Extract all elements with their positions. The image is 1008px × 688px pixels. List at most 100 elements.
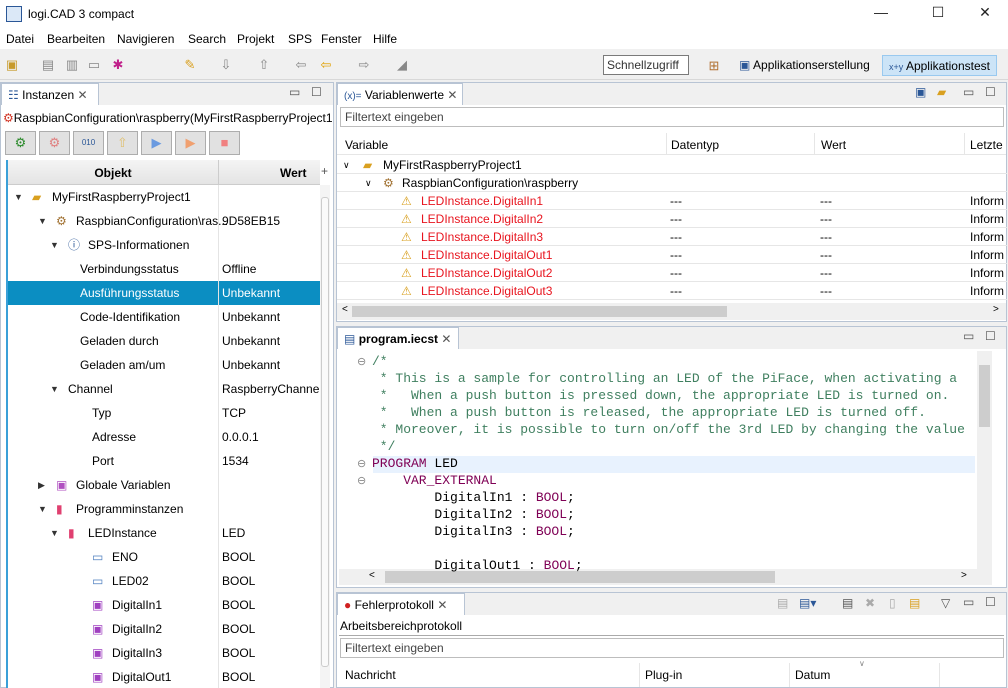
delete-log-icon[interactable]: ✖: [865, 596, 875, 610]
tree-row[interactable]: ▭ LED02 BOOL: [8, 569, 320, 593]
variables-filter-input[interactable]: Filtertext eingeben: [340, 107, 1004, 127]
tree-row[interactable]: Geladen durch Unbekannt: [8, 329, 320, 353]
build-icon[interactable]: ✎: [182, 57, 198, 73]
tree-row[interactable]: ▼ ⓘ SPS-Informationen: [8, 233, 320, 257]
tree-row[interactable]: Code-Identifikation Unbekannt: [8, 305, 320, 329]
column-nachricht[interactable]: Nachricht: [345, 668, 396, 682]
tree-row-project[interactable]: ∨ ▰ MyFirstRaspberryProject1: [337, 156, 1007, 174]
perspective-applikationserstellung[interactable]: ▣ Applikationserstellung: [733, 55, 876, 76]
variable-row[interactable]: ⚠ LEDInstance.DigitalOut3 --- --- Inform: [337, 282, 1007, 300]
close-tab-icon[interactable]: ✕: [78, 88, 88, 102]
tree-scrollbar[interactable]: [320, 185, 330, 688]
maximize-button[interactable]: ☐: [923, 4, 953, 24]
menu-sps[interactable]: SPS: [288, 32, 312, 46]
save-icon[interactable]: ▤: [40, 57, 56, 73]
restore-log-icon[interactable]: ▤: [909, 596, 920, 610]
fold-icon[interactable]: ⊖: [357, 474, 366, 487]
load-button[interactable]: 010: [73, 131, 104, 155]
expanded-arrow-icon[interactable]: ▼: [50, 233, 59, 257]
back-icon[interactable]: ⇦: [318, 57, 334, 73]
minimize-view-icon[interactable]: ▭: [289, 85, 300, 99]
stop-button[interactable]: ■: [209, 131, 240, 155]
column-wert[interactable]: Wert: [821, 138, 846, 152]
next-annotation-icon[interactable]: ⇩: [218, 57, 234, 73]
variable-row[interactable]: ⚠ LEDInstance.DigitalOut1 --- --- Inform: [337, 246, 1007, 264]
chevron-down-icon[interactable]: ∨: [365, 174, 372, 192]
expanded-arrow-icon[interactable]: ▼: [50, 377, 59, 401]
debug-icon[interactable]: ✱: [110, 57, 126, 73]
menu-datei[interactable]: Datei: [6, 32, 34, 46]
connect-button[interactable]: ⚙: [5, 131, 36, 155]
variables-hscrollbar[interactable]: < >: [337, 303, 1006, 320]
tree-row[interactable]: ▣ DigitalIn2 BOOL: [8, 617, 320, 641]
upload-button[interactable]: ⇧: [107, 131, 138, 155]
column-letzte[interactable]: Letzte: [970, 138, 1003, 152]
column-datentyp[interactable]: Datentyp: [671, 138, 719, 152]
disconnect-button[interactable]: ⚙: [39, 131, 70, 155]
column-wert[interactable]: Wert: [280, 166, 306, 180]
maximize-view-icon[interactable]: ☐: [985, 85, 996, 99]
pause-button[interactable]: ▶: [175, 131, 206, 155]
menu-projekt[interactable]: Projekt: [237, 32, 274, 46]
new-icon[interactable]: ▣: [4, 57, 20, 73]
prev-annotation-icon[interactable]: ⇧: [256, 57, 272, 73]
fold-icon[interactable]: ⊖: [357, 457, 366, 470]
menu-search[interactable]: Search: [188, 32, 226, 46]
tab-variablenwerte[interactable]: (x)= Variablenwerte ✕: [337, 83, 463, 105]
variable-row[interactable]: ⚠ LEDInstance.DigitalIn2 --- --- Inform: [337, 210, 1007, 228]
menu-fenster[interactable]: Fenster: [321, 32, 362, 46]
maximize-view-icon[interactable]: ☐: [985, 329, 996, 343]
tree-row[interactable]: ▼ ▮ Programminstanzen: [8, 497, 320, 521]
tree-row[interactable]: ▣ DigitalIn3 BOOL: [8, 641, 320, 665]
minimize-view-icon[interactable]: ▭: [963, 595, 974, 609]
menu-hilfe[interactable]: Hilfe: [373, 32, 397, 46]
last-edit-icon[interactable]: ⇦: [293, 57, 309, 73]
expanded-arrow-icon[interactable]: ▼: [50, 521, 59, 545]
menu-bearbeiten[interactable]: Bearbeiten: [47, 32, 105, 46]
tree-row[interactable]: ▼ ▰ MyFirstRaspberryProject1: [8, 185, 320, 209]
expanded-arrow-icon[interactable]: ▼: [38, 497, 47, 521]
tree-row[interactable]: ▣ DigitalIn1 BOOL: [8, 593, 320, 617]
tree-row[interactable]: ▶ ▣ Globale Variablen: [8, 473, 320, 497]
column-plugin[interactable]: Plug-in: [645, 668, 682, 682]
tree-row[interactable]: Adresse 0.0.0.1: [8, 425, 320, 449]
expanded-arrow-icon[interactable]: ▼: [14, 185, 23, 209]
minimize-view-icon[interactable]: ▭: [963, 329, 974, 343]
collapsed-arrow-icon[interactable]: ▶: [38, 473, 45, 497]
expanded-arrow-icon[interactable]: ▼: [38, 209, 47, 233]
export-log-icon[interactable]: ▤: [777, 596, 788, 610]
open-log-icon[interactable]: ▯: [889, 596, 896, 610]
chevron-down-icon[interactable]: ∨: [343, 156, 350, 174]
tree-row[interactable]: ▼ Channel RaspberryChannel: [8, 377, 320, 401]
tree-row[interactable]: ▼ ▮ LEDInstance LED: [8, 521, 320, 545]
add-column-icon[interactable]: +: [321, 164, 328, 178]
close-tab-icon[interactable]: ✕: [441, 332, 451, 346]
maximize-view-icon[interactable]: ☐: [311, 85, 322, 99]
column-objekt[interactable]: Objekt: [8, 166, 218, 180]
save-all-icon[interactable]: ▥: [64, 57, 80, 73]
log-filter-input[interactable]: Filtertext eingeben: [340, 638, 1004, 658]
column-datum[interactable]: Datum: [795, 668, 830, 682]
tab-fehlerprotokoll[interactable]: ● Fehlerprotokoll ✕: [337, 593, 465, 615]
tree-row[interactable]: Typ TCP: [8, 401, 320, 425]
menu-navigieren[interactable]: Navigieren: [117, 32, 174, 46]
variable-row[interactable]: ⚠ LEDInstance.DigitalIn1 --- --- Inform: [337, 192, 1007, 210]
tree-row[interactable]: Geladen am/um Unbekannt: [8, 353, 320, 377]
fold-icon[interactable]: ⊖: [357, 355, 366, 368]
tree-row[interactable]: ▣ DigitalOut1 BOOL: [8, 665, 320, 688]
tree-row-configuration[interactable]: ∨ ⚙ RaspbianConfiguration\raspberry: [337, 174, 1007, 192]
print-icon[interactable]: ▭: [86, 57, 102, 73]
minimize-view-icon[interactable]: ▭: [963, 85, 974, 99]
variable-row[interactable]: ⚠ LEDInstance.DigitalIn3 --- --- Inform: [337, 228, 1007, 246]
tree-row[interactable]: Verbindungsstatus Offline: [8, 257, 320, 281]
close-tab-icon[interactable]: ✕: [447, 88, 457, 102]
tab-program-iecst[interactable]: ▤ program.iecst ✕: [337, 327, 459, 349]
close-button[interactable]: ✕: [970, 4, 1000, 24]
close-tab-icon[interactable]: ✕: [437, 598, 447, 612]
quick-access-input[interactable]: Schnellzugriff: [603, 55, 689, 75]
forward-icon[interactable]: ⇨: [356, 57, 372, 73]
variable-row[interactable]: ⚠ LEDInstance.DigitalOut2 --- --- Inform: [337, 264, 1007, 282]
open-perspective-icon[interactable]: ⊞: [706, 58, 722, 74]
perspective-applikationstest[interactable]: x+y Applikationstest: [882, 55, 997, 76]
tree-row[interactable]: Ausführungsstatus Unbekannt: [8, 281, 320, 305]
